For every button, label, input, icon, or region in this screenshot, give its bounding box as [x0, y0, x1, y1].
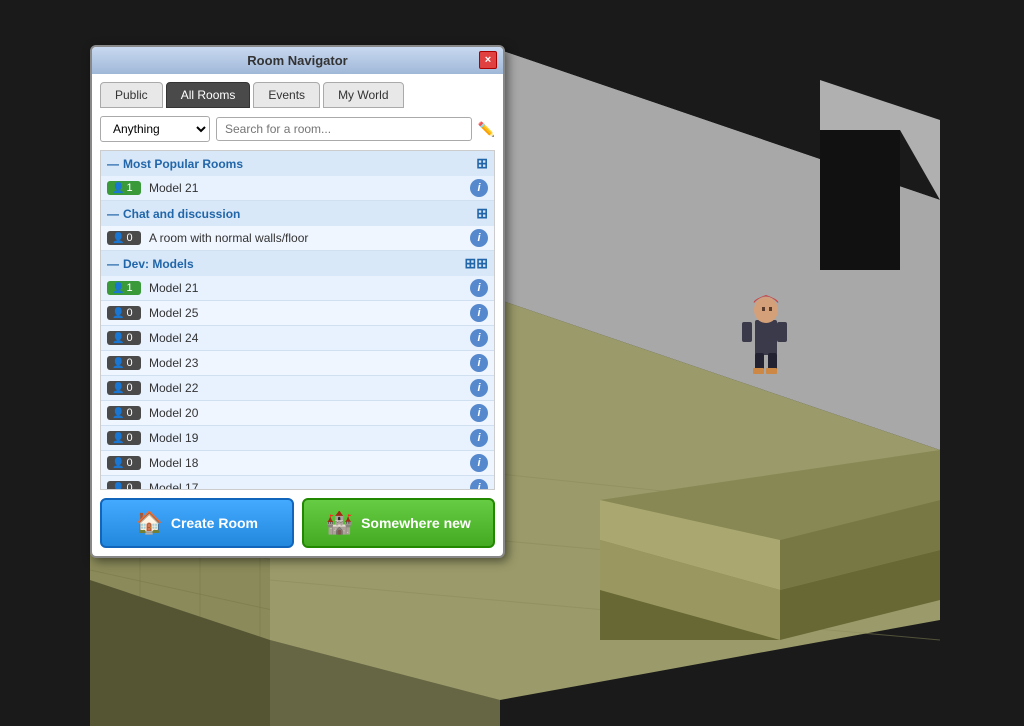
category-label: Dev: Models: [123, 257, 194, 271]
user-count-badge: 👤 0: [107, 406, 141, 420]
room-name: Model 22: [149, 381, 470, 395]
room-name: Model 17: [149, 481, 470, 490]
info-button[interactable]: i: [470, 304, 488, 322]
room-list[interactable]: — Most Popular Rooms ⊞ 👤 1 Model 21 i — …: [100, 150, 495, 490]
info-button[interactable]: i: [470, 454, 488, 472]
list-item[interactable]: 👤 0 Model 25 i: [101, 301, 494, 326]
tab-public[interactable]: Public: [100, 82, 163, 108]
list-item[interactable]: 👤 1 Model 21 i: [101, 176, 494, 201]
search-input[interactable]: [216, 117, 472, 141]
info-button[interactable]: i: [470, 429, 488, 447]
dialog-title: Room Navigator: [247, 53, 347, 68]
dialog-body: Public All Rooms Events My World Anythin…: [92, 74, 503, 556]
user-count-badge: 👤 0: [107, 431, 141, 445]
info-button[interactable]: i: [470, 479, 488, 490]
bottom-buttons: 🏠 Create Room 🏰 Somewhere new: [100, 498, 495, 548]
info-button[interactable]: i: [470, 229, 488, 247]
list-item[interactable]: 👤 0 Model 23 i: [101, 351, 494, 376]
grid-view-icon[interactable]: ⊞: [476, 205, 488, 222]
list-item[interactable]: 👤 0 A room with normal walls/floor i: [101, 226, 494, 251]
list-item[interactable]: 👤 1 Model 21 i: [101, 276, 494, 301]
room-name: Model 23: [149, 356, 470, 370]
user-count-badge: 👤 0: [107, 381, 141, 395]
info-button[interactable]: i: [470, 354, 488, 372]
room-name: Model 24: [149, 331, 470, 345]
close-button[interactable]: ×: [479, 51, 497, 69]
list-item[interactable]: 👤 0 Model 22 i: [101, 376, 494, 401]
list-item[interactable]: 👤 0 Model 20 i: [101, 401, 494, 426]
create-room-label: Create Room: [171, 515, 258, 531]
list-item[interactable]: 👤 0 Model 17 i: [101, 476, 494, 490]
dialog-titlebar: Room Navigator ×: [92, 47, 503, 74]
create-room-icon: 🏠: [135, 510, 162, 536]
room-name: Model 18: [149, 456, 470, 470]
somewhere-new-label: Somewhere new: [361, 515, 471, 531]
grid-view-icon[interactable]: ⊞⊞: [465, 255, 488, 272]
user-count-badge: 👤 0: [107, 356, 141, 370]
category-dev-models: — Dev: Models ⊞⊞: [101, 251, 494, 276]
category-chat: — Chat and discussion ⊞: [101, 201, 494, 226]
list-item[interactable]: 👤 0 Model 24 i: [101, 326, 494, 351]
category-label: Most Popular Rooms: [123, 157, 243, 171]
somewhere-new-button[interactable]: 🏰 Somewhere new: [302, 498, 496, 548]
info-button[interactable]: i: [470, 279, 488, 297]
user-count-badge: 👤 1: [107, 181, 141, 195]
user-count-badge: 👤 0: [107, 481, 141, 490]
filter-row: AnythingRoomsEvents ✏️: [100, 116, 495, 142]
room-navigator-dialog: Room Navigator × Public All Rooms Events…: [90, 45, 505, 558]
user-count-badge: 👤 0: [107, 231, 141, 245]
info-button[interactable]: i: [470, 379, 488, 397]
category-most-popular: — Most Popular Rooms ⊞: [101, 151, 494, 176]
room-name: Model 21: [149, 181, 470, 195]
tab-all-rooms[interactable]: All Rooms: [166, 82, 251, 108]
user-count-badge: 👤 0: [107, 306, 141, 320]
create-room-button[interactable]: 🏠 Create Room: [100, 498, 294, 548]
room-name: A room with normal walls/floor: [149, 231, 470, 245]
user-count-badge: 👤 0: [107, 456, 141, 470]
info-button[interactable]: i: [470, 329, 488, 347]
tab-bar: Public All Rooms Events My World: [100, 82, 495, 108]
grid-view-icon[interactable]: ⊞: [476, 155, 488, 172]
room-name: Model 21: [149, 281, 470, 295]
room-name: Model 25: [149, 306, 470, 320]
tab-events[interactable]: Events: [253, 82, 320, 108]
user-count-badge: 👤 0: [107, 331, 141, 345]
info-button[interactable]: i: [470, 179, 488, 197]
user-count-badge: 👤 1: [107, 281, 141, 295]
filter-select[interactable]: AnythingRoomsEvents: [100, 116, 210, 142]
category-label: Chat and discussion: [123, 207, 240, 221]
list-item[interactable]: 👤 0 Model 19 i: [101, 426, 494, 451]
info-button[interactable]: i: [470, 404, 488, 422]
tab-my-world[interactable]: My World: [323, 82, 403, 108]
room-name: Model 20: [149, 406, 470, 420]
room-name: Model 19: [149, 431, 470, 445]
somewhere-new-icon: 🏰: [326, 510, 353, 536]
list-item[interactable]: 👤 0 Model 18 i: [101, 451, 494, 476]
pencil-icon[interactable]: ✏️: [478, 121, 495, 138]
